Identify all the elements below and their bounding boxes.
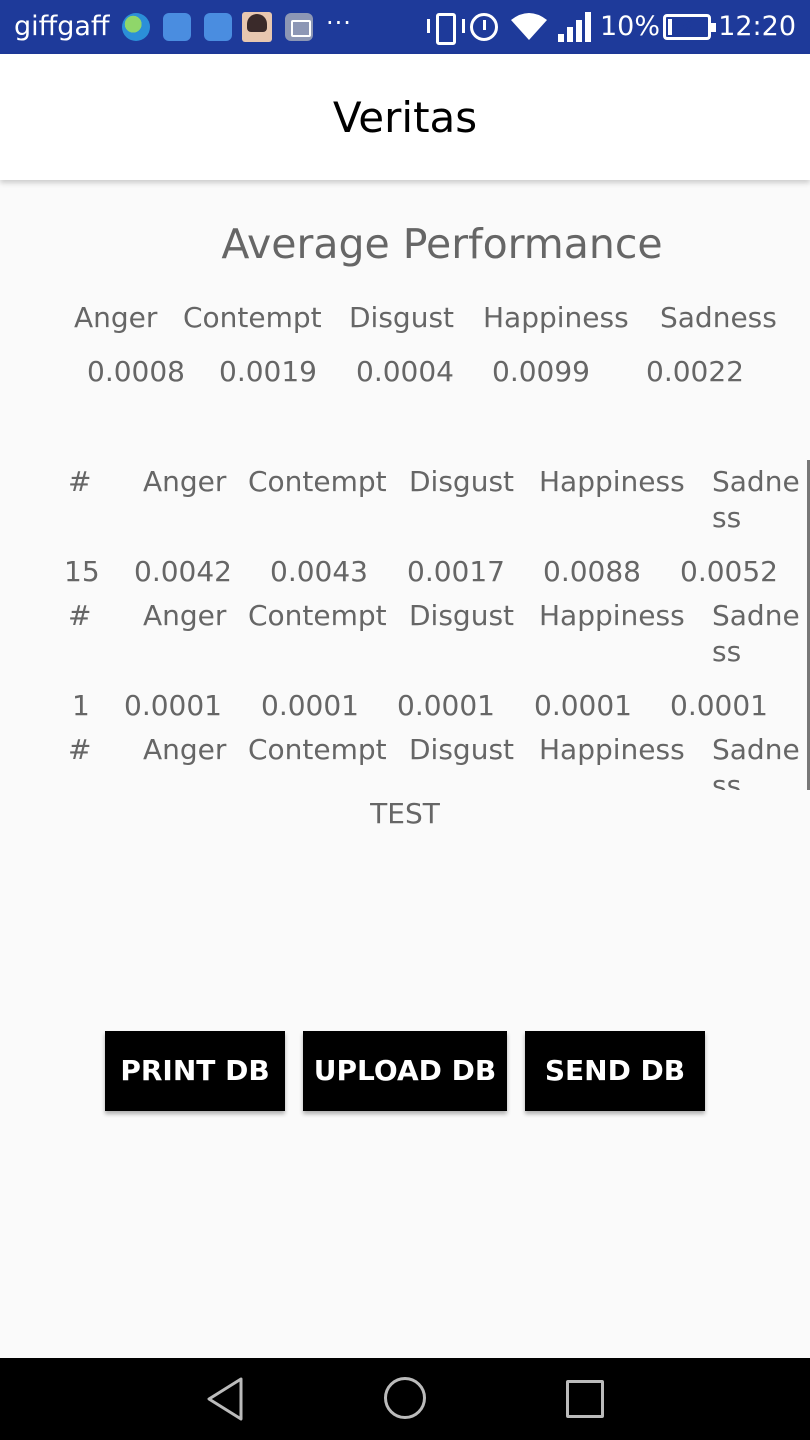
app-bar: Veritas [0,54,810,180]
header-happiness: Happiness [539,465,685,498]
header-happiness: Happiness [539,599,685,632]
avg-value-sadness: 0.0022 [646,355,744,388]
list-item: # Anger Contempt Disgust Happiness Sadne… [0,584,810,722]
list-item: # Anger Contempt Disgust Happiness Sadne… [0,718,810,790]
battery-percent: 10% [600,11,661,42]
clock: 12:20 [718,11,796,42]
average-performance-title: Average Performance [221,220,663,268]
heart-monitor-icon [163,13,191,41]
usb-icon [204,13,232,41]
header-contempt: Contempt [248,733,387,766]
header-happiness: Happiness [539,733,685,766]
avg-header-sadness: Sadness [660,301,777,334]
avatar-icon [242,12,272,42]
alarm-icon [470,13,498,41]
avg-value-disgust: 0.0004 [356,355,454,388]
avg-header-anger: Anger [74,301,158,334]
vibrate-icon [427,12,465,45]
upload-db-button[interactable]: UPLOAD DB [303,1031,507,1111]
header-sadness: Sadness [712,733,800,790]
header-contempt: Contempt [248,599,387,632]
back-icon[interactable] [205,1376,245,1422]
print-db-button[interactable]: PRINT DB [105,1031,285,1111]
status-bar: giffgaff ··· 10% ⚡ 12:20 [0,0,810,54]
avg-header-happiness: Happiness [483,301,629,334]
send-db-button[interactable]: SEND DB [525,1031,705,1111]
header-disgust: Disgust [409,733,515,766]
header-sadness: Sadness [712,599,800,668]
header-sadness: Sadness [712,465,800,534]
header-num: # [68,465,92,498]
header-anger: Anger [143,733,227,766]
app-title: Veritas [332,93,478,142]
records-list[interactable]: # Anger Contempt Disgust Happiness Sadne… [0,450,810,790]
avg-header-contempt: Contempt [183,301,322,334]
header-anger: Anger [143,465,227,498]
carrier-name: giffgaff [14,11,110,42]
navigation-bar [0,1358,810,1440]
recents-icon[interactable] [566,1380,604,1418]
avg-value-anger: 0.0008 [87,355,185,388]
header-disgust: Disgust [409,465,515,498]
avg-value-contempt: 0.0019 [219,355,317,388]
main-content: Average Performance Anger Contempt Disgu… [0,180,810,1358]
signal-icon [558,12,594,42]
test-label: TEST [370,797,440,830]
battery-charging-icon: ⚡ [663,14,716,40]
more-notifications-icon: ··· [326,9,352,37]
globe-icon [122,13,150,41]
gallery-icon [285,13,313,41]
home-icon[interactable] [384,1377,426,1419]
header-disgust: Disgust [409,599,515,632]
header-contempt: Contempt [248,465,387,498]
wifi-icon [511,13,547,40]
header-num: # [68,733,92,766]
avg-header-disgust: Disgust [349,301,455,334]
list-item: # Anger Contempt Disgust Happiness Sadne… [0,450,810,588]
avg-value-happiness: 0.0099 [492,355,590,388]
battery-fill [668,19,672,35]
header-num: # [68,599,92,632]
header-anger: Anger [143,599,227,632]
